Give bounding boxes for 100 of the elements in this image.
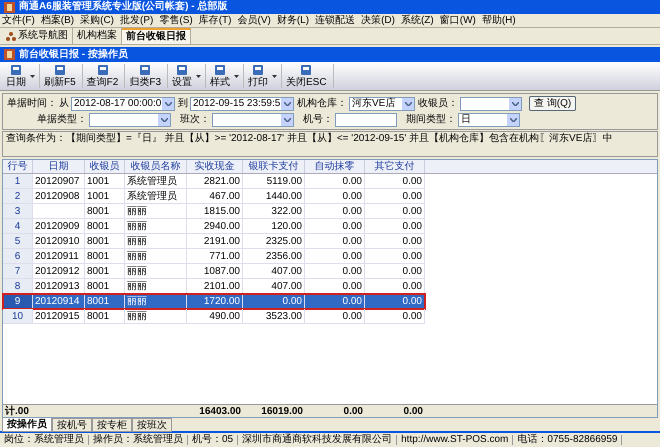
bottom-tab[interactable]: 按操作员: [2, 418, 52, 432]
table-cell: 20120907: [33, 174, 85, 189]
table-row[interactable]: 7 20120912 8001 丽丽 1087.00 407.00 0.00 0.00: [3, 264, 657, 279]
dropdown-field[interactable]: 日: [458, 113, 520, 127]
dropdown-field[interactable]: [89, 113, 171, 127]
menu-item[interactable]: 财务(L): [276, 16, 310, 26]
chevron-down-icon[interactable]: [284, 118, 290, 122]
column-header[interactable]: 收银员名称: [125, 160, 187, 173]
filter-label: 收银员：: [418, 98, 458, 108]
menu-item[interactable]: 连锁配送: [315, 16, 356, 26]
row-number-cell: 10: [3, 309, 33, 324]
table-cell: 8001: [85, 294, 125, 309]
table-row[interactable]: 4 20120909 8001 丽丽 2940.00 120.00 0.00 0.00: [3, 219, 657, 234]
dropdown-caret-icon[interactable]: [30, 74, 35, 78]
bottom-tab[interactable]: 按机号: [52, 418, 92, 432]
column-header[interactable]: 行号: [3, 160, 33, 173]
network-icon: [6, 32, 16, 40]
table-cell: [33, 204, 85, 219]
table-cell: 0.00: [305, 204, 365, 219]
table-cell: 1087.00: [187, 264, 243, 279]
table-cell: 2940.00: [187, 219, 243, 234]
table-cell: 407.00: [243, 264, 305, 279]
toolbar-button[interactable]: 归类F3: [127, 64, 164, 88]
column-header[interactable]: 实收现金: [187, 160, 243, 173]
table-cell: 系统管理员: [125, 174, 187, 189]
menu-item[interactable]: 零售(S): [159, 16, 193, 26]
menu-item[interactable]: 档案(B): [40, 16, 74, 26]
query-button[interactable]: 查 询(Q): [529, 96, 576, 111]
subwindow-title: 前台收银日报 - 按操作员: [19, 50, 128, 60]
row-number-cell: 2: [3, 189, 33, 204]
table-cell: 0.00: [305, 249, 365, 264]
table-row[interactable]: 1 20120907 1001 系统管理员 2821.00 5119.00 0.00 0.00: [3, 174, 657, 189]
toolbar-button[interactable]: 设置: [170, 64, 194, 88]
menu-item[interactable]: 会员(V): [237, 16, 271, 26]
menu-item[interactable]: 窗口(W): [440, 16, 476, 26]
menu-item[interactable]: 文件(F): [2, 16, 35, 26]
toolbar-icon: [214, 64, 226, 76]
dropdown-field[interactable]: 2012-09-15 23:59:5: [190, 96, 294, 110]
dropdown-field[interactable]: 2012-08-17 00:00:0: [71, 96, 175, 110]
toolbar-button[interactable]: 样式: [208, 64, 232, 88]
row-number-cell: 6: [3, 249, 33, 264]
document-tab[interactable]: 前台收银日报: [122, 28, 191, 44]
table-row[interactable]: 10 20120915 8001 丽丽 490.00 3523.00 0.00 0.00: [3, 309, 657, 324]
row-number-cell: 1: [3, 174, 33, 189]
bottom-tab[interactable]: 按专柜: [92, 418, 132, 432]
chevron-down-icon[interactable]: [510, 118, 516, 122]
table-row[interactable]: 3 8001 丽丽 1815.00 322.00 0.00 0.00: [3, 204, 657, 219]
table-cell: 0.00: [305, 219, 365, 234]
toolbar-icon: [10, 64, 22, 76]
table-cell: 0.00: [243, 294, 305, 309]
dropdown-caret-icon[interactable]: [272, 74, 278, 78]
menu-item[interactable]: 系统(Z): [400, 16, 434, 26]
table-cell: 1001: [85, 174, 125, 189]
chevron-down-icon[interactable]: [284, 102, 290, 106]
dropdown-field[interactable]: [460, 96, 522, 110]
table-cell: 322.00: [243, 204, 305, 219]
dropdown-field[interactable]: 河东VE店: [349, 96, 415, 110]
input-field[interactable]: [335, 113, 397, 127]
table-cell: 490.00: [187, 309, 243, 324]
menu-item[interactable]: 库存(T): [198, 16, 232, 26]
dropdown-field[interactable]: [212, 113, 294, 127]
chevron-down-icon[interactable]: [160, 118, 168, 122]
table-cell: 丽丽: [125, 204, 187, 219]
table-cell: 2191.00: [187, 234, 243, 249]
column-header[interactable]: 自动抹零: [305, 160, 365, 173]
status-bar-item: 机号：05: [188, 435, 238, 445]
chevron-down-icon[interactable]: [164, 102, 172, 106]
table-cell: 0.00: [305, 234, 365, 249]
table-row[interactable]: 2 20120908 1001 系统管理员 467.00 1440.00 0.00 0.00: [3, 189, 657, 204]
table-row[interactable]: 6 20120911 8001 丽丽 771.00 2356.00 0.00 0.00: [3, 249, 657, 264]
dropdown-caret-icon[interactable]: [234, 74, 240, 78]
menu-item[interactable]: 帮助(H): [482, 16, 516, 26]
toolbar-button[interactable]: 刷新F5: [42, 64, 78, 88]
query-condition-text: 查询条件为：【期间类型】=『日』 并且【从】>= '2012-08-17' 并且【从】<= '2012-09-15' 并且【机构仓库】包含在机构〖河东VE店〗中: [6, 133, 614, 145]
toolbar-button[interactable]: 查询F2: [84, 64, 120, 88]
bottom-tab[interactable]: 按班次: [132, 418, 172, 432]
table-cell: 1815.00: [187, 204, 243, 219]
column-header[interactable]: 银联卡支付: [243, 160, 305, 173]
row-number-cell: 7: [3, 264, 33, 279]
toolbar-button[interactable]: 打印: [246, 64, 270, 88]
table-row[interactable]: 9 20120914 8001 丽丽 1720.00 0.00 0.00 0.00: [3, 294, 425, 309]
menu-item[interactable]: 决策(D): [361, 16, 395, 26]
column-header[interactable]: 其它支付: [365, 160, 425, 173]
toolbar-button[interactable]: 日期: [4, 64, 28, 88]
toolbar-icon: [176, 64, 188, 76]
dropdown-caret-icon[interactable]: [196, 74, 202, 78]
menu-item[interactable]: 批发(P): [120, 16, 154, 26]
table-cell: 0.00: [305, 309, 365, 324]
column-header[interactable]: 收银员: [85, 160, 125, 173]
toolbar-button[interactable]: 关闭ESC: [284, 64, 329, 88]
table-cell: 771.00: [187, 249, 243, 264]
menu-item[interactable]: 采购(C): [80, 16, 114, 26]
chevron-down-icon[interactable]: [404, 102, 412, 106]
table-row[interactable]: 5 20120910 8001 丽丽 2191.00 2325.00 0.00 0.00: [3, 234, 657, 249]
total-cell-text: 0.00: [342, 405, 364, 417]
chevron-down-icon[interactable]: [512, 102, 518, 106]
app-logo-icon: [4, 49, 15, 60]
column-header[interactable]: 日期: [33, 160, 85, 173]
table-cell: 丽丽: [125, 264, 187, 279]
table-cell: 0.00: [365, 249, 425, 264]
